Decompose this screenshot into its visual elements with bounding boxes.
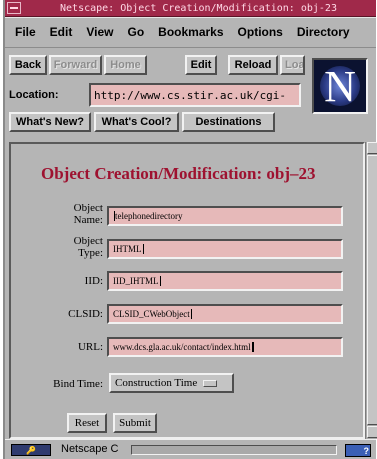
scrollbar-thumb[interactable] — [367, 155, 377, 425]
browser-window: Netscape: Object Creation/Modification: … — [3, 0, 377, 459]
netscape-logo[interactable]: N — [312, 58, 368, 114]
netscape-n-icon: N — [324, 62, 356, 111]
clsid-input[interactable]: CLSID_CWebObject — [107, 304, 343, 324]
window-title: Netscape: Object Creation/Modification: … — [60, 2, 337, 14]
object-name-label: Object Name: — [51, 202, 103, 226]
whats-cool-button[interactable]: What's Cool? — [94, 112, 179, 132]
iid-input[interactable]: IID_IHTML — [107, 271, 343, 291]
url-input[interactable]: www.dcs.gla.ac.uk/contact/index.html — [107, 337, 343, 357]
bind-time-label: Bind Time: — [53, 378, 103, 390]
location-url-field[interactable]: http://www.cs.stir.ac.uk/cgi- — [89, 83, 301, 107]
title-bar[interactable]: Netscape: Object Creation/Modification: … — [5, 0, 376, 17]
option-menu-indicator-icon — [203, 379, 218, 387]
text-caret — [190, 309, 192, 319]
iid-value: IID_IHTML — [113, 276, 159, 286]
object-type-value: IHTML — [113, 244, 142, 254]
reload-button[interactable]: Reload — [228, 55, 278, 75]
bind-time-select[interactable]: Construction Time — [109, 373, 234, 393]
url-value: www.dcs.gla.ac.uk/contact/index.html — [113, 342, 251, 352]
edit-button[interactable]: Edit — [185, 55, 217, 75]
scroll-up-arrow-icon[interactable] — [367, 142, 377, 154]
home-button[interactable]: Home — [104, 55, 147, 75]
page-heading: Object Creation/Modification: obj–23 — [41, 164, 316, 183]
bind-time-selected: Construction Time — [115, 377, 198, 389]
whats-new-button[interactable]: What's New? — [9, 112, 91, 132]
submit-button[interactable]: Submit — [113, 413, 157, 433]
menu-edit[interactable]: Edit — [50, 25, 73, 39]
object-type-label-line2: Type: — [78, 247, 103, 259]
text-caret — [142, 244, 144, 254]
menu-bar: File Edit View Go Bookmarks Options Dire… — [5, 17, 376, 48]
progress-bar — [131, 445, 337, 455]
menu-options[interactable]: Options — [238, 25, 283, 39]
menu-bookmarks[interactable]: Bookmarks — [158, 25, 223, 39]
object-name-label-line1: Object — [73, 202, 103, 214]
reset-button[interactable]: Reset — [67, 413, 107, 433]
forward-button[interactable]: Forward — [49, 55, 102, 75]
back-button[interactable]: Back — [9, 55, 47, 75]
load-images-button[interactable]: Loa — [280, 55, 305, 75]
object-type-input[interactable]: IHTML — [107, 239, 343, 259]
scroll-down-arrow-icon[interactable] — [367, 426, 377, 438]
page-content: Object Creation/Modification: obj–23 Obj… — [9, 142, 365, 439]
text-caret — [159, 276, 161, 286]
location-label: Location: — [9, 89, 59, 101]
status-text: Netscape C — [61, 443, 119, 455]
destinations-button[interactable]: Destinations — [182, 112, 275, 132]
object-name-label-line2: Name: — [73, 214, 103, 226]
security-key-icon[interactable]: 🔑 — [11, 444, 51, 456]
vertical-scrollbar[interactable] — [365, 142, 377, 439]
clsid-value: CLSID_CWebObject — [113, 309, 190, 319]
mail-icon[interactable]: ? — [345, 444, 371, 457]
text-caret — [251, 342, 254, 352]
menu-view[interactable]: View — [86, 25, 113, 39]
object-name-value: telephonedirectory — [115, 211, 183, 221]
menu-go[interactable]: Go — [127, 25, 144, 39]
iid-label: IID: — [84, 275, 103, 287]
window-menu-button[interactable] — [7, 2, 21, 14]
url-label: URL: — [77, 341, 103, 353]
status-bar: 🔑 Netscape C ? — [5, 439, 376, 459]
menu-directory[interactable]: Directory — [297, 25, 350, 39]
object-type-label-line1: Object — [73, 235, 103, 247]
object-name-input[interactable]: telephonedirectory — [107, 206, 343, 226]
menu-file[interactable]: File — [15, 25, 36, 39]
clsid-label: CLSID: — [68, 308, 103, 320]
object-type-label: Object Type: — [51, 235, 103, 259]
